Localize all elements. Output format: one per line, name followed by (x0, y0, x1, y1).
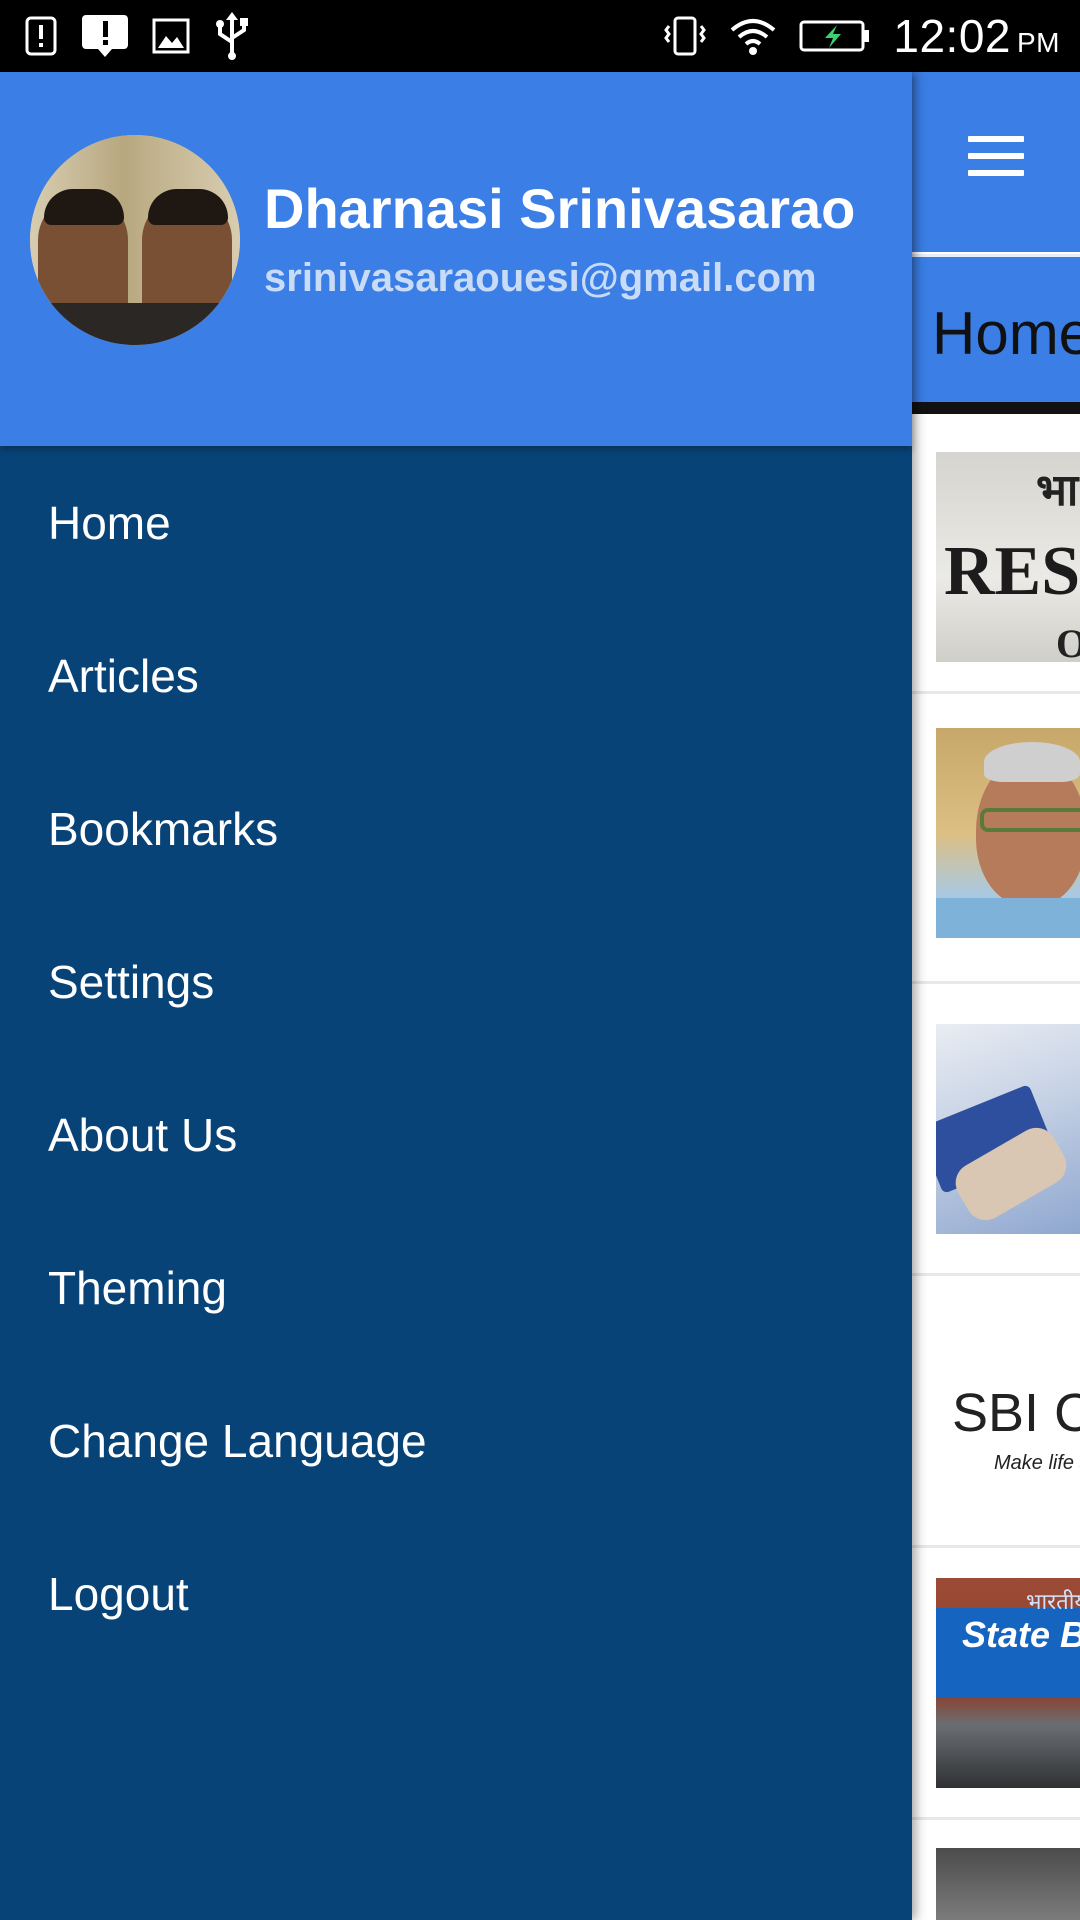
usb-icon (212, 12, 252, 60)
user-email: srinivasaraouesi@gmail.com (264, 256, 817, 300)
article-thumbnail-card-payment (936, 1024, 1080, 1234)
alert-outline-icon (24, 15, 58, 57)
menu-item-settings[interactable]: Settings (0, 905, 912, 1058)
menu-item-label: About Us (48, 1108, 238, 1161)
menu-item-bookmarks[interactable]: Bookmarks (0, 752, 912, 905)
menu-item-label: Home (48, 496, 171, 549)
thumbnail-text: State Ban (962, 1614, 1080, 1655)
alert-message-icon (80, 13, 130, 59)
menu-item-articles[interactable]: Articles (0, 599, 912, 752)
tab-indicator (912, 402, 1080, 414)
article-card[interactable] (912, 694, 1080, 984)
clock-ampm: PM (1017, 27, 1060, 58)
battery-charging-icon (799, 18, 871, 54)
menu-item-logout[interactable]: Logout (0, 1517, 912, 1670)
tab-bar: Home (912, 254, 1080, 414)
status-bar: 12:02 PM (0, 0, 1080, 72)
image-icon (152, 18, 190, 54)
menu-item-label: Settings (48, 955, 215, 1008)
app-toolbar (912, 72, 1080, 252)
article-card[interactable]: भारतीय State Ban (912, 1548, 1080, 1820)
thumbnail-text: RESE (944, 533, 1080, 610)
article-thumbnail-sbi-card: SBI Car Make life si (952, 1312, 1080, 1512)
thumbnail-text: भारतीय (1026, 1589, 1080, 1614)
menu-item-label: Bookmarks (48, 802, 279, 855)
menu-item-theming[interactable]: Theming (0, 1211, 912, 1364)
article-thumbnail-person (936, 728, 1080, 938)
menu-item-about-us[interactable]: About Us (0, 1058, 912, 1211)
wifi-icon (729, 16, 777, 56)
menu-item-label: Logout (48, 1567, 189, 1620)
article-card[interactable] (912, 1820, 1080, 1920)
article-thumbnail (936, 1848, 1080, 1920)
user-name: Dharnasi Srinivasarao (264, 177, 856, 240)
article-card[interactable]: SBI Car Make life si (912, 1276, 1080, 1548)
menu-item-change-language[interactable]: Change Language (0, 1364, 912, 1517)
navigation-drawer: Dharnasi Srinivasarao srinivasaraouesi@g… (0, 72, 912, 1920)
vibrate-icon (663, 14, 707, 58)
status-right-icons: 12:02 PM (663, 8, 1060, 64)
menu-item-label: Theming (48, 1261, 227, 1314)
menu-item-label: Change Language (48, 1414, 427, 1467)
tab-home[interactable]: Home (932, 299, 1080, 368)
menu-icon[interactable] (968, 136, 1024, 176)
menu-item-label: Articles (48, 649, 199, 702)
thumbnail-text: SBI Car (952, 1383, 1080, 1443)
menu-item-home[interactable]: Home (0, 446, 912, 599)
thumbnail-text: O (1056, 621, 1080, 662)
article-card[interactable] (912, 984, 1080, 1276)
thumbnail-text: भा (1036, 466, 1079, 515)
clock: 12:02 PM (893, 10, 1060, 62)
thumbnail-text: Make life si (994, 1452, 1080, 1474)
status-left-icons (24, 12, 252, 60)
article-thumbnail-sbi-branch: भारतीय State Ban (936, 1578, 1080, 1788)
drawer-header: Dharnasi Srinivasarao srinivasaraouesi@g… (0, 72, 912, 446)
article-card[interactable]: भा RESE O (912, 422, 1080, 694)
avatar[interactable] (30, 135, 240, 345)
article-thumbnail-rbi: भा RESE O (936, 452, 1080, 662)
